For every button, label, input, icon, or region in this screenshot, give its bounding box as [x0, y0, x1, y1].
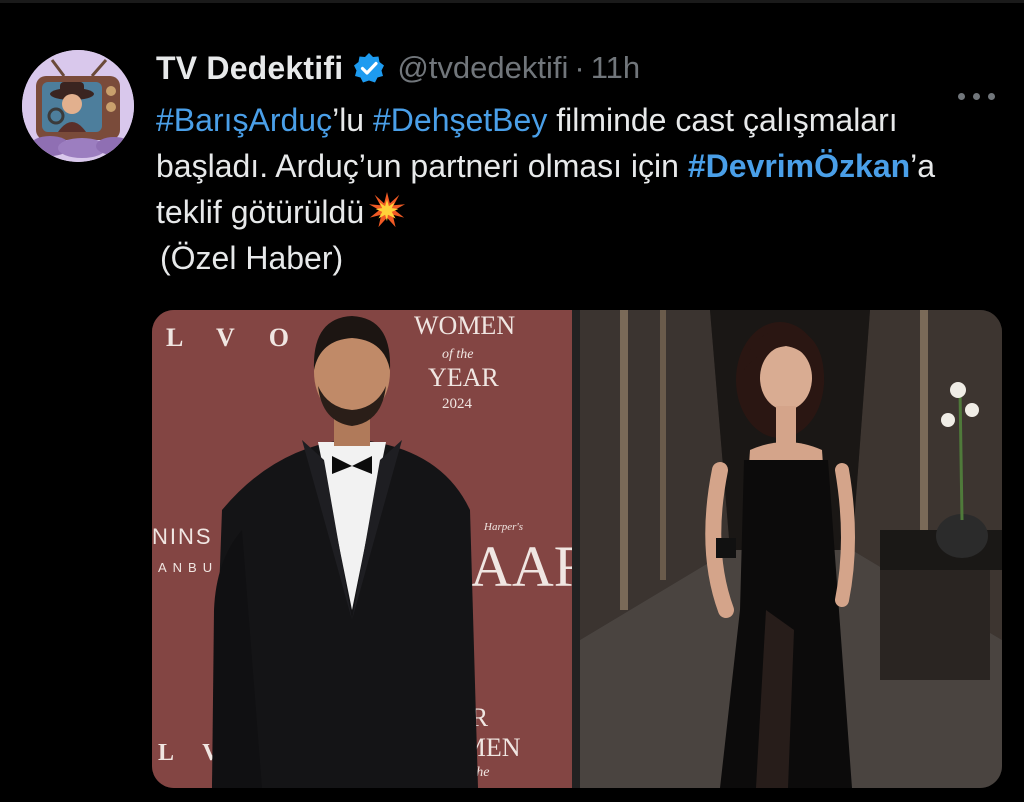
backdrop-text: ANBU	[158, 560, 218, 575]
hashtag-devrimozkan[interactable]: #DevrimÖzkan	[688, 148, 910, 184]
collision-emoji-icon	[368, 191, 406, 229]
author-handle[interactable]: @tvdedektifi	[397, 50, 568, 86]
media-grid[interactable]: L V O WOMEN of the YEAR 2024 NINS ANBU H…	[152, 310, 1002, 788]
hashtag-barisarduc[interactable]: #BarışArduç	[156, 102, 332, 138]
text-line-ozel-haber: (Özel Haber)	[160, 240, 344, 276]
backdrop-text: of the	[442, 347, 474, 362]
top-divider	[0, 0, 1024, 3]
tweet-header: TV Dedektifi @tvdedektifi · 11h	[156, 46, 640, 90]
timestamp[interactable]: 11h	[591, 50, 640, 86]
tweet-text: #BarışArduç’lu #DehşetBey filminde cast …	[156, 97, 996, 281]
separator-dot: ·	[574, 50, 585, 85]
photo-baris-arduc[interactable]: L V O WOMEN of the YEAR 2024 NINS ANBU H…	[152, 310, 572, 788]
backdrop-text: WOMEN	[414, 311, 515, 340]
hashtag-dehsetbey[interactable]: #DehşetBey	[373, 102, 547, 138]
avatar[interactable]	[22, 50, 134, 162]
backdrop-text: L V O	[166, 323, 303, 352]
backdrop-text: YEAR	[428, 363, 499, 392]
backdrop-text: Harper's	[483, 521, 523, 533]
backdrop-text: 2024	[442, 396, 473, 412]
backdrop-text: NINS	[152, 524, 213, 549]
verified-badge-icon	[353, 52, 385, 84]
avatar-image	[22, 50, 134, 162]
photo-devrim-ozkan[interactable]	[580, 310, 1002, 788]
author-name[interactable]: TV Dedektifi	[156, 50, 343, 87]
backdrop-text: AAR	[470, 534, 572, 599]
text-segment: ’lu	[332, 102, 373, 138]
